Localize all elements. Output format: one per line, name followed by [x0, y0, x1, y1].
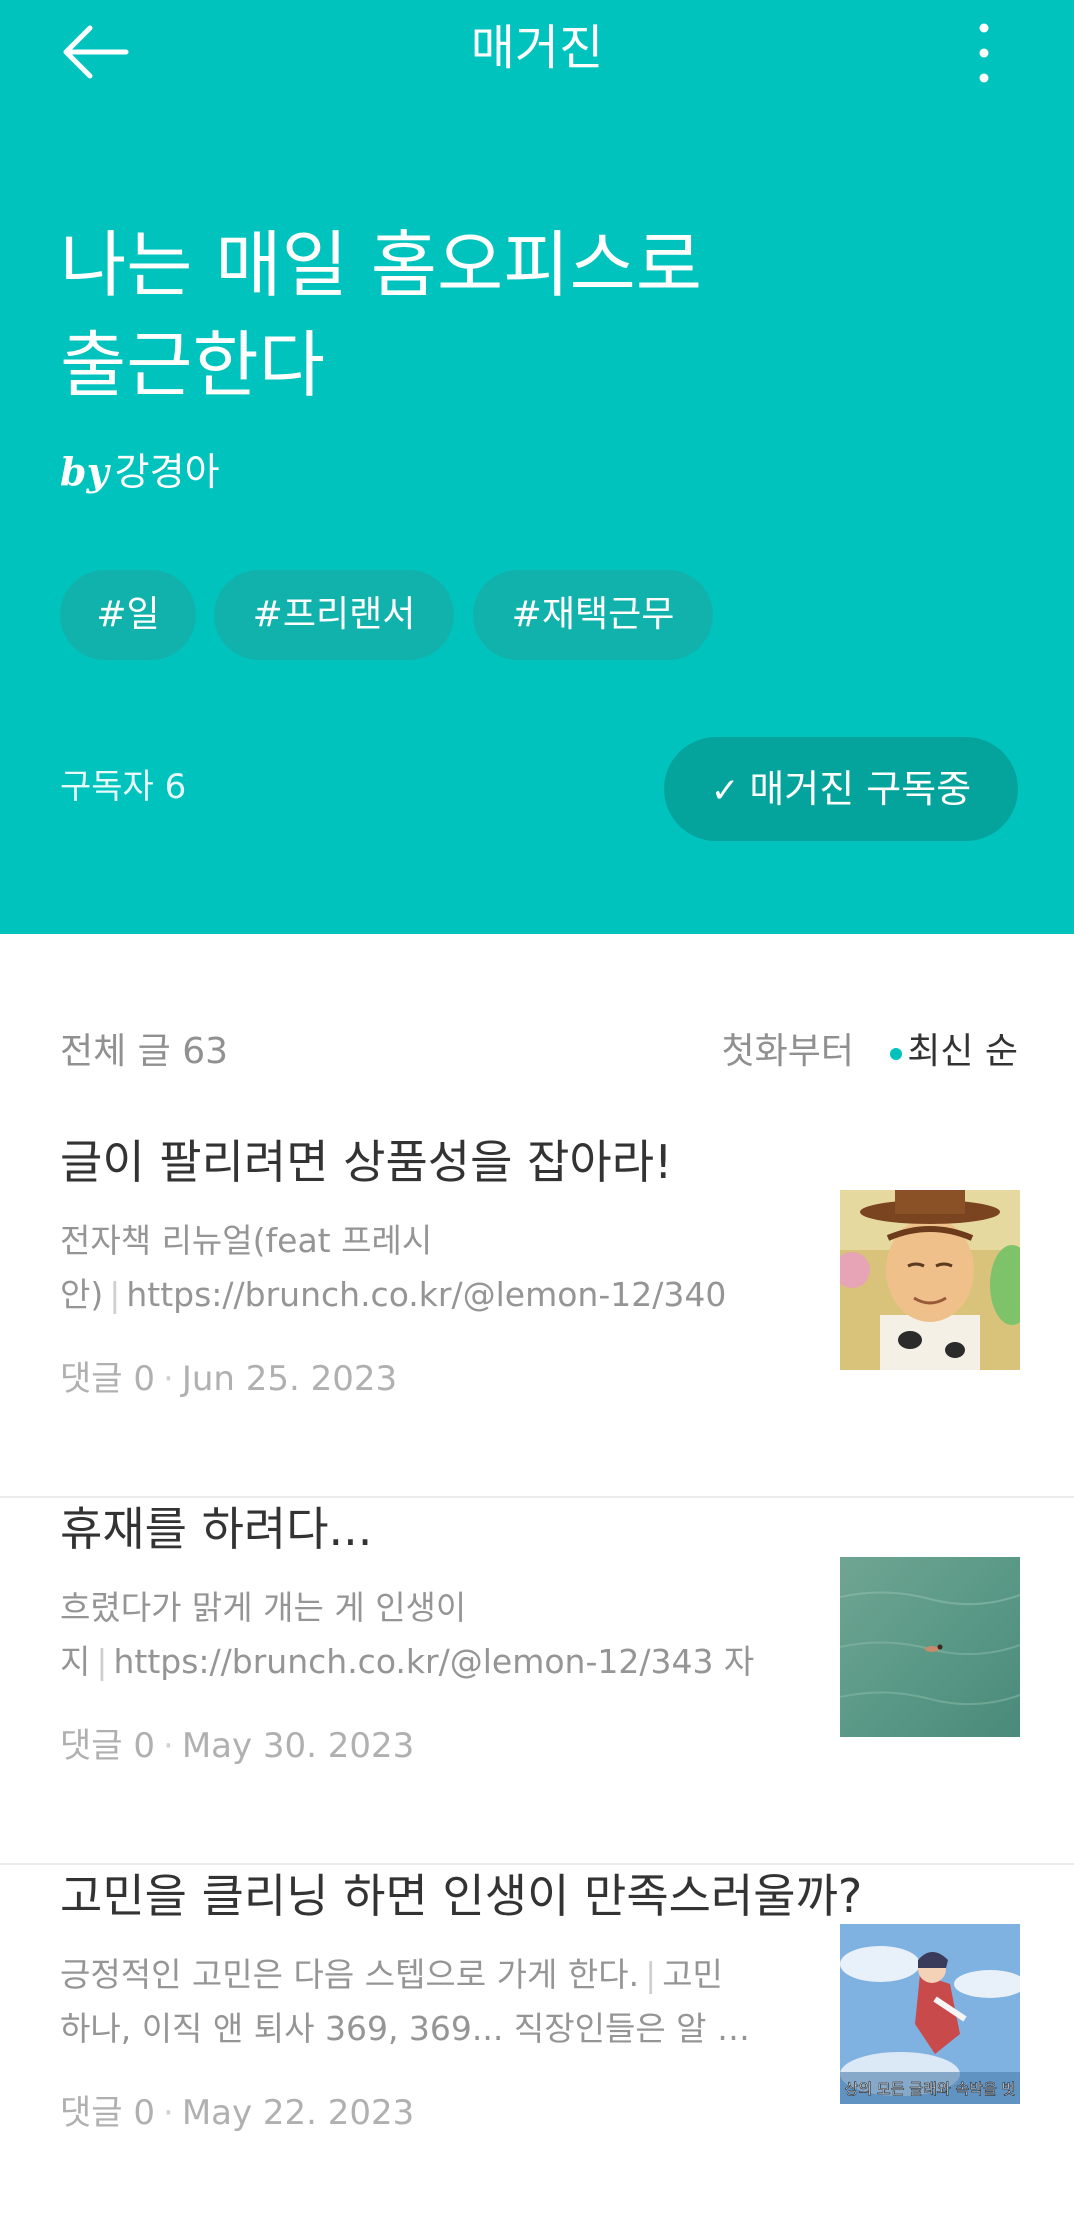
meta-dot: · — [163, 2093, 174, 2133]
more-vertical-icon — [979, 23, 989, 83]
excerpt-body: https://brunch.co.kr/@lemon-12/340 얼마 전에… — [126, 1275, 727, 1314]
article-list-header: 전체 글 63 첫화부터 최신 순 — [60, 1026, 1018, 1078]
article-title[interactable]: 휴재를 하려다... — [60, 1497, 1020, 1561]
excerpt-separator: | — [109, 1275, 121, 1314]
excerpt-separator: | — [645, 1955, 657, 1994]
sort-latest[interactable]: 최신 순 — [907, 1026, 1018, 1078]
excerpt-subtitle: 긍정적인 고민은 다음 스텝으로 가게 한다. — [60, 1955, 640, 1994]
subscriber-count[interactable]: 구독자 6 — [60, 762, 186, 812]
author-name[interactable]: 강경아 — [115, 450, 220, 494]
magazine-header: 매거진 나는 매일 홈오피스로 출근한다 by 강경아 #일 #프리랜서 #재택근… — [0, 0, 1074, 934]
magazine-title-line-1: 나는 매일 홈오피스로 — [60, 223, 702, 307]
more-menu-button[interactable] — [960, 18, 1008, 88]
sea-swimmer-thumbnail[interactable] — [840, 1557, 1020, 1737]
cartoon-cowboy-image — [840, 1190, 1020, 1370]
total-articles: 전체 글 63 — [60, 1031, 229, 1072]
comment-count: 댓글 0 — [60, 1359, 155, 1399]
magazine-title-line-2: 출근한다 — [60, 323, 325, 407]
tag-work[interactable]: #일 — [60, 570, 196, 660]
article-excerpt: 긍정적인 고민은 다음 스텝으로 가게 한다. | 고민 하나, 이직 앤 퇴사 3… — [60, 1948, 760, 2056]
subscribe-button[interactable]: ✓ 매거진 구독중 — [664, 737, 1018, 841]
article-date: May 30. 2023 — [181, 1726, 415, 1766]
article-date: Jun 25. 2023 — [181, 1359, 398, 1399]
subscribe-button-label: 매거진 구독중 — [749, 767, 972, 811]
tag-freelancer[interactable]: #프리랜서 — [214, 570, 454, 660]
anime-sky-thumbnail[interactable]: 상의 모든 글래와 속박을 벗 — [840, 1924, 1020, 2104]
article-item[interactable]: 휴재를 하려다... 흐렸다가 맑게 개는 게 인생이지 | https://bru… — [0, 1497, 1074, 1865]
excerpt-separator: | — [96, 1642, 108, 1681]
article-item[interactable]: 글이 팔리려면 상품성을 잡아라! 전자책 리뉴얼(feat 프레시안) | htt… — [0, 1130, 1074, 1498]
comment-count: 댓글 0 — [60, 1726, 155, 1766]
article-title[interactable]: 고민을 클리닝 하면 인생이 만족스러울까? — [60, 1864, 1020, 1928]
tag-remote-work[interactable]: #재택근무 — [473, 570, 713, 660]
article-item[interactable]: 고민을 클리닝 하면 인생이 만족스러울까? 긍정적인 고민은 다음 스텝으로 … — [0, 1864, 1074, 2230]
article-meta: 댓글 0 · Jun 25. 2023 — [60, 1354, 397, 1404]
excerpt-body: https://brunch.co.kr/@lemon-12/343 자고 나면… — [113, 1642, 755, 1681]
comment-count: 댓글 0 — [60, 2093, 155, 2133]
article-date: May 22. 2023 — [181, 2093, 415, 2133]
checkmark-icon: ✓ — [710, 771, 740, 811]
sort-oldest-first[interactable]: 첫화부터 — [722, 1026, 854, 1078]
article-excerpt: 전자책 리뉴얼(feat 프레시안) | https://brunch.co.kr/… — [60, 1214, 760, 1322]
article-meta: 댓글 0 · May 22. 2023 — [60, 2088, 414, 2138]
by-label: by — [60, 449, 109, 494]
thumbnail-caption: 상의 모든 글래와 속박을 벗 — [845, 2080, 1016, 2098]
author-byline[interactable]: by 강경아 — [60, 444, 220, 500]
magazine-title: 나는 매일 홈오피스로 출근한다 — [60, 215, 820, 415]
meta-dot: · — [163, 1359, 174, 1399]
meta-dot: · — [163, 1726, 174, 1766]
article-excerpt: 흐렸다가 맑게 개는 게 인생이지 | https://brunch.co.kr/@… — [60, 1581, 760, 1689]
selected-dot-icon — [890, 1048, 902, 1060]
article-meta: 댓글 0 · May 30. 2023 — [60, 1721, 414, 1771]
anime-sky-image: 상의 모든 글래와 속박을 벗 — [840, 1924, 1020, 2104]
sea-swimmer-image — [840, 1557, 1020, 1737]
page-title: 매거진 — [470, 20, 604, 76]
cartoon-cowboy-thumbnail[interactable] — [840, 1190, 1020, 1370]
article-title[interactable]: 글이 팔리려면 상품성을 잡아라! — [60, 1130, 1020, 1194]
